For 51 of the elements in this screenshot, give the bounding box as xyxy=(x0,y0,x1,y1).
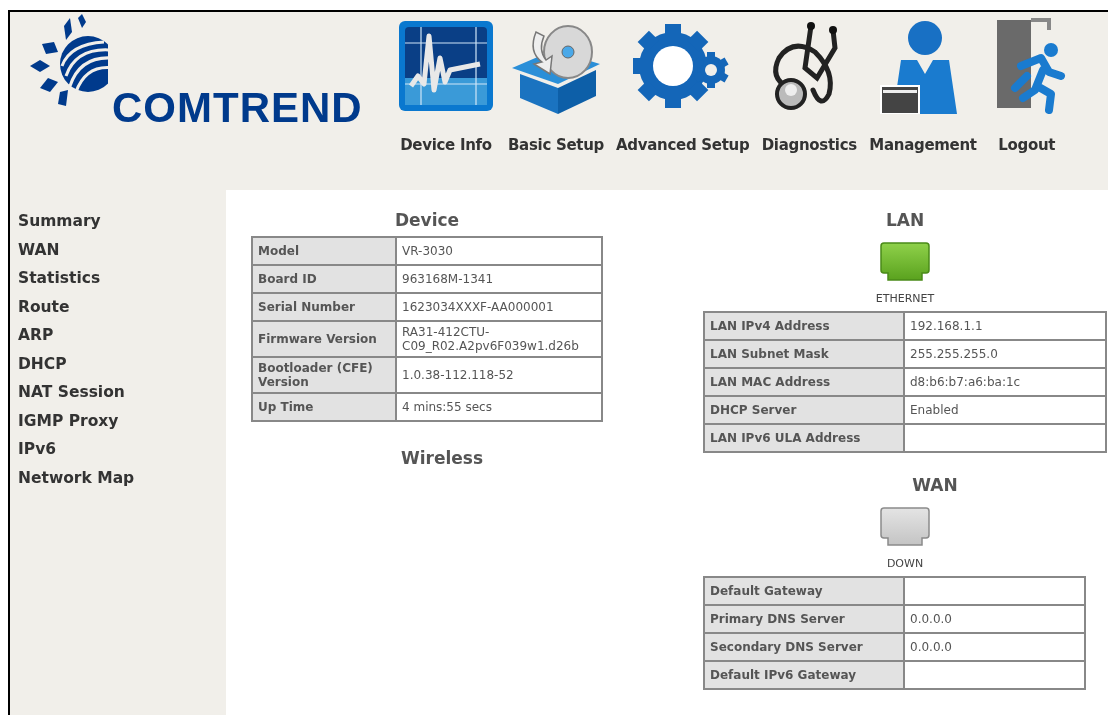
field-value: 0.0.0.0 xyxy=(904,633,1085,661)
field-value: 1623034XXXF-AA000001 xyxy=(396,293,602,321)
field-label: Model xyxy=(252,237,396,265)
section-title: LAN xyxy=(885,210,925,230)
section-title: Wireless xyxy=(400,448,484,468)
nav-link[interactable]: Diagnostics xyxy=(761,136,857,154)
field-value: 192.168.1.1 xyxy=(904,312,1106,340)
sidebar-item[interactable]: Network Map xyxy=(18,466,226,495)
sidebar-item[interactable]: ARP xyxy=(18,324,226,353)
field-label: LAN MAC Address xyxy=(704,368,904,396)
sidebar-item[interactable]: Summary xyxy=(18,210,226,239)
field-value: 1.0.38-112.118-52 xyxy=(396,357,602,393)
sidebar-item[interactable]: IGMP Proxy xyxy=(18,409,226,438)
field-label: LAN Subnet Mask xyxy=(704,340,904,368)
field-label: Board ID xyxy=(252,265,396,293)
field-value: RA31-412CTU-C09_R02.A2pv6F039w1.d26b xyxy=(396,321,602,357)
chart-monitor-icon[interactable] xyxy=(396,18,496,114)
field-value: VR-3030 xyxy=(396,237,602,265)
sidebar-item[interactable]: Route xyxy=(18,295,226,324)
port-status: DOWN xyxy=(886,557,924,570)
logo-text: COMTREND xyxy=(112,84,363,132)
nav-link[interactable]: Basic Setup xyxy=(508,136,604,154)
sidebar-item[interactable]: DHCP xyxy=(18,352,226,381)
field-value: d8:b6:b7:a6:ba:1c xyxy=(904,368,1106,396)
section-title: WAN xyxy=(912,475,958,495)
sidebar-item[interactable]: IPv6 xyxy=(18,438,226,467)
sidebar-item[interactable]: Statistics xyxy=(18,267,226,296)
port-status: ETHERNET xyxy=(875,292,935,305)
field-label: LAN IPv4 Address xyxy=(704,312,904,340)
field-label: Default Gateway xyxy=(704,577,904,605)
nav-link[interactable]: Management xyxy=(869,136,977,154)
section-title: Device xyxy=(394,210,460,230)
sidebar-item[interactable]: NAT Session xyxy=(18,381,226,410)
field-value: 0.0.0.0 xyxy=(904,605,1085,633)
field-value: 4 mins:55 secs xyxy=(396,393,602,421)
field-label: LAN IPv6 ULA Address xyxy=(704,424,904,452)
field-label: Primary DNS Server xyxy=(704,605,904,633)
sidebar-item[interactable]: WAN xyxy=(18,238,226,267)
nav-link[interactable]: Logout xyxy=(998,136,1056,154)
field-label: DHCP Server xyxy=(704,396,904,424)
nav-link[interactable]: Advanced Setup xyxy=(616,136,750,154)
field-value: 963168M-1341 xyxy=(396,265,602,293)
field-label: Firmware Version xyxy=(252,321,396,357)
field-label: Serial Number xyxy=(252,293,396,321)
nav-link[interactable]: Device Info xyxy=(400,136,492,154)
field-label: Bootloader (CFE) Version xyxy=(252,357,396,393)
field-label: Secondary DNS Server xyxy=(704,633,904,661)
field-label: Default IPv6 Gateway xyxy=(704,661,904,689)
field-value: Enabled xyxy=(904,396,1106,424)
field-value: 255.255.255.0 xyxy=(904,340,1106,368)
field-label: Up Time xyxy=(252,393,396,421)
